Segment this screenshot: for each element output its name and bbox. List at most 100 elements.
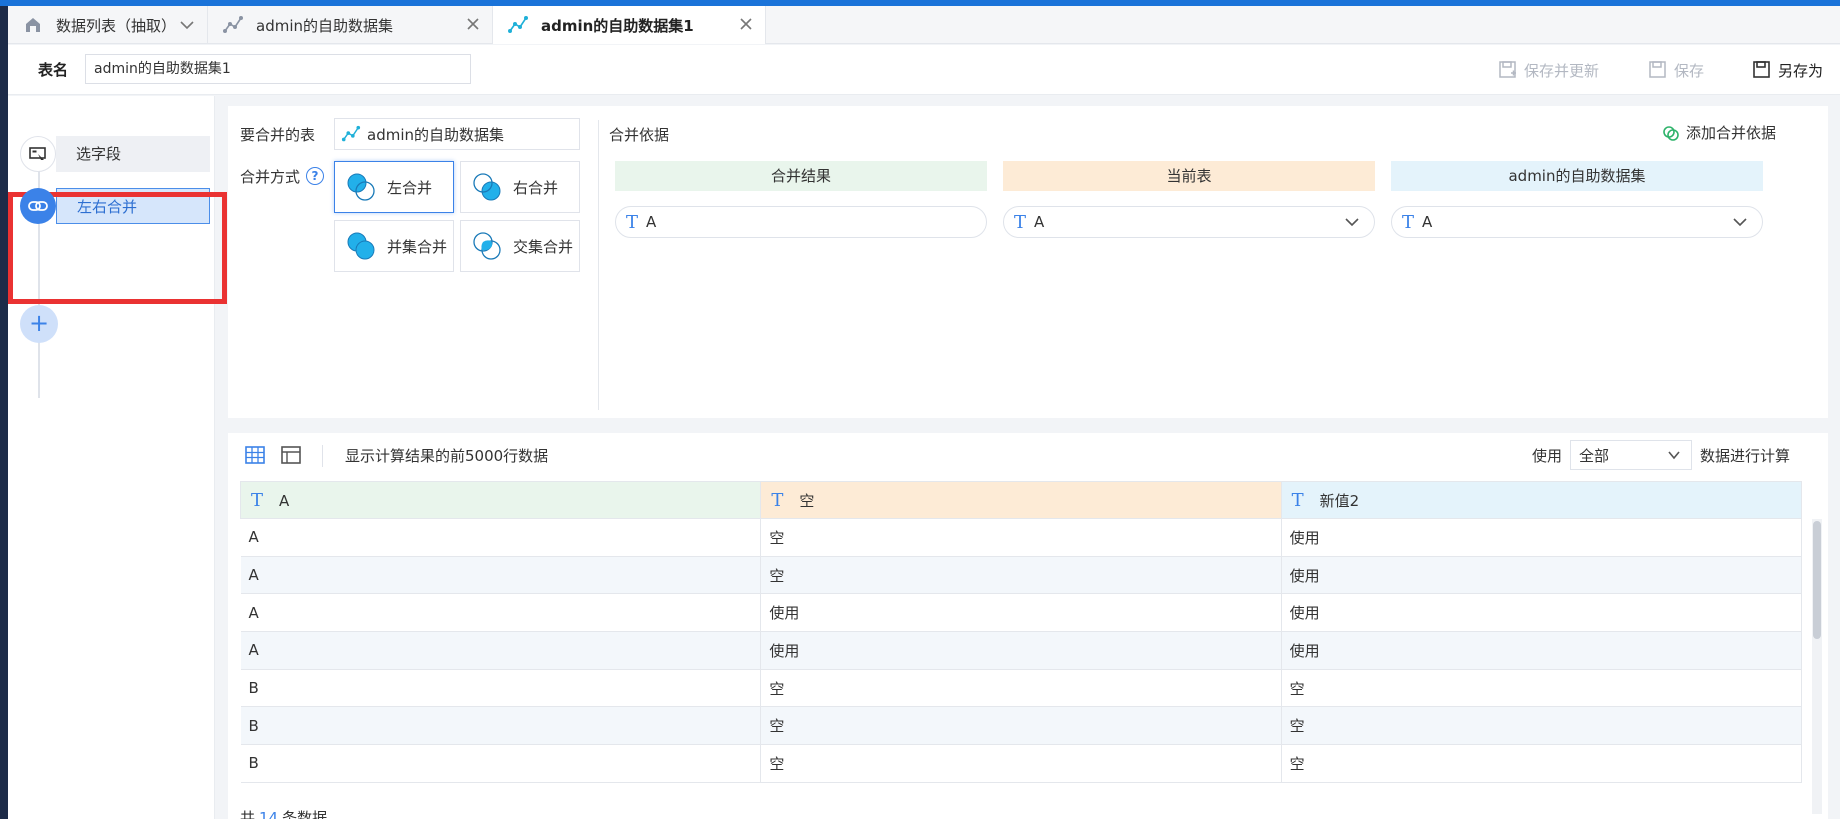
chevron-down-icon (1345, 218, 1359, 227)
table-cell: 空 (760, 518, 1282, 557)
add-merge-basis-label: 添加合并依据 (1685, 124, 1776, 142)
tab-bar: 数据列表（抽取） admin的自助数据集 admin的自助数据集1 (8, 6, 1840, 44)
table-cell: A (240, 518, 762, 557)
table-cell: 使用 (760, 631, 1282, 670)
add-step-button[interactable]: + (20, 305, 58, 343)
table-row: B空空 (240, 706, 1803, 746)
text-type-icon: T (771, 489, 784, 511)
table-row: A 空使用 (240, 518, 1803, 557)
table-name-row: 表名 admin的自助数据集1 保存并更新 保存 另存为 (8, 45, 1840, 95)
table-cell: 空 (760, 706, 1282, 746)
close-icon[interactable] (464, 15, 482, 33)
tab-label: 数据列表（抽取） (56, 16, 177, 35)
table-row: B空空 (240, 744, 1803, 783)
table-cell: 使用 (1281, 593, 1803, 633)
left-merge-label: 左合并 (387, 178, 433, 197)
table-cell: 空 (1281, 706, 1803, 746)
merge-result-field[interactable]: T A (615, 206, 987, 238)
union-merge-option[interactable]: 并集合并 (334, 220, 454, 272)
field-value: A (646, 213, 657, 231)
merge-basis-label: 合并依据 (609, 126, 670, 144)
text-type-icon: T (1014, 211, 1027, 233)
merge-table-value: admin的自助数据集 (367, 125, 505, 144)
table-row: B空空 (240, 669, 1803, 708)
right-join-icon (473, 173, 501, 201)
save-and-update-label: 保存并更新 (1524, 61, 1600, 80)
save-as-icon (1753, 61, 1770, 78)
column-header[interactable]: TA (239, 481, 762, 519)
save-update-icon (1499, 61, 1516, 78)
help-icon[interactable]: ? (306, 167, 324, 185)
calc-scope-select[interactable]: 全部 (1569, 440, 1692, 470)
table-cell: B (240, 744, 762, 783)
chevron-down-icon (1733, 218, 1747, 227)
save-and-update-button[interactable]: 保存并更新 (1498, 57, 1599, 83)
table-row: A 空使用 (240, 556, 1803, 595)
union-merge-label: 并集合并 (387, 237, 448, 256)
table-cell: A (240, 593, 762, 633)
table-cell: 空 (760, 556, 1282, 595)
preview-table: TA T空 T 新值2 A 空使用 A 空使用 A 使用 使用 A 使用 使用 B空空 B空空… (239, 481, 1803, 783)
right-merge-option[interactable]: 右合并 (460, 161, 580, 213)
merge-method-label: 合并方式 (240, 168, 301, 186)
dataset-icon (508, 16, 528, 33)
divider (598, 120, 599, 410)
field-value: A (1034, 213, 1045, 231)
text-type-icon: T (251, 489, 264, 511)
left-merge-option[interactable]: 左合并 (334, 161, 454, 213)
tab-data-list[interactable]: 数据列表（抽取） (8, 6, 208, 44)
dataset-icon (223, 16, 243, 33)
chevron-down-icon (1668, 451, 1680, 460)
merge-table-select[interactable]: admin的自助数据集 (334, 118, 580, 150)
col-dataset-header: admin的自助数据集 (1391, 161, 1763, 191)
intersect-merge-label: 交集合并 (513, 237, 574, 256)
column-header-label: 新值2 (1319, 491, 1360, 510)
table-cell: 空 (1281, 669, 1803, 708)
select-field-icon (20, 136, 56, 172)
text-type-icon: T (626, 211, 639, 233)
step-label: 选字段 (56, 136, 210, 172)
table-row: A 使用 使用 (240, 593, 1803, 633)
calc-scope-row: 使用 全部 数据进行计算 (1532, 440, 1790, 470)
save-button[interactable]: 保存 (1648, 57, 1704, 83)
intersect-join-icon (473, 232, 501, 260)
table-cell: 空 (1281, 744, 1803, 783)
table-scrollbar-thumb[interactable] (1813, 521, 1821, 639)
text-type-icon: T (1402, 211, 1415, 233)
preview-panel: 显示计算结果的前5000行数据 使用 全部 数据进行计算 TA T空 T 新值2 … (228, 433, 1828, 819)
col-current-table-header: 当前表 (1003, 161, 1375, 191)
chevron-down-icon[interactable] (179, 19, 195, 31)
step-select-fields[interactable]: 选字段 (20, 136, 210, 172)
col-merge-result-header: 合并结果 (615, 161, 987, 191)
table-cell: B (240, 669, 762, 708)
tab-dataset-1[interactable]: admin的自助数据集1 (493, 6, 766, 44)
left-join-icon (347, 173, 375, 201)
current-table-field-select[interactable]: T A (1003, 206, 1375, 238)
union-join-icon (347, 232, 375, 260)
column-header[interactable]: T空 (760, 481, 1282, 519)
field-value: A (1422, 213, 1433, 231)
grid-view-icon[interactable] (244, 444, 266, 466)
close-icon[interactable] (737, 15, 755, 33)
table-cell: A (240, 631, 762, 670)
table-cell: A (240, 556, 762, 595)
column-header-label: 空 (799, 491, 815, 510)
use-suffix-label: 数据进行计算 (1699, 446, 1790, 465)
toolbar-divider (322, 445, 323, 467)
merge-config-panel: 要合并的表 admin的自助数据集 合并方式 ? 左合并 右合并 并集合并 交集… (228, 106, 1828, 418)
table-row: A 使用 使用 (240, 631, 1803, 670)
tab-dataset[interactable]: admin的自助数据集 (208, 6, 493, 44)
merge-table-label: 要合并的表 (240, 126, 316, 144)
intersect-merge-option[interactable]: 交集合并 (460, 220, 580, 272)
save-icon (1649, 61, 1666, 78)
column-header[interactable]: T 新值2 (1280, 481, 1803, 519)
save-as-button[interactable]: 另存为 (1752, 57, 1823, 83)
table-view-icon[interactable] (280, 444, 302, 466)
save-as-label: 另存为 (1778, 61, 1824, 80)
table-cell: 空 (760, 744, 1282, 783)
add-merge-basis-button[interactable]: 添加合并依据 (1662, 122, 1776, 143)
dataset-field-select[interactable]: T A (1391, 206, 1763, 238)
table-cell: 使用 (1281, 631, 1803, 670)
right-merge-label: 右合并 (513, 178, 559, 197)
table-name-input[interactable]: admin的自助数据集1 (85, 54, 471, 84)
